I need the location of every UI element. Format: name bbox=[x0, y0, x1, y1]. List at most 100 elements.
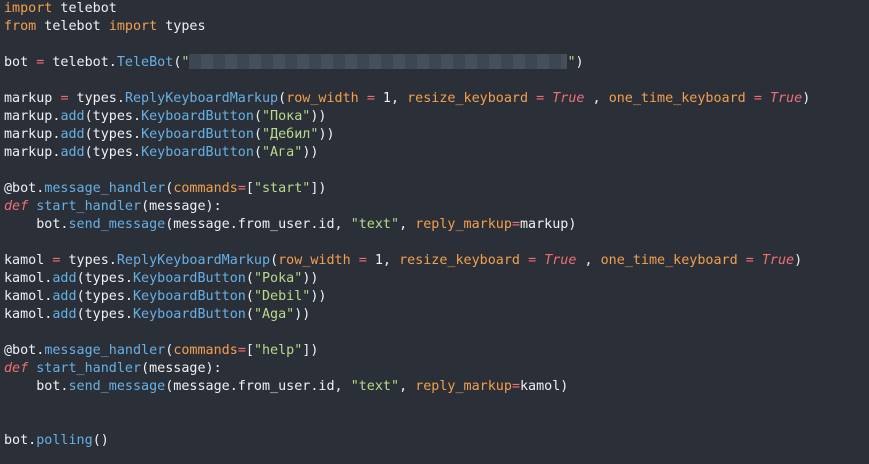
code-token: ]) bbox=[310, 181, 327, 196]
code-line[interactable]: @bot.message_handler(commands=["help"]) bbox=[4, 342, 318, 360]
code-line[interactable]: markup.add(types.KeyboardButton("Ага")) bbox=[4, 144, 318, 162]
code-token: from bbox=[4, 19, 37, 34]
code-token: ) bbox=[575, 55, 584, 70]
code-line[interactable]: import telebot bbox=[4, 0, 117, 18]
code-token: bot bbox=[4, 55, 37, 70]
code-token: ( bbox=[245, 271, 254, 286]
code-token: = bbox=[536, 91, 545, 106]
code-editor[interactable]: import telebot from telebot import types b… bbox=[0, 0, 869, 464]
code-token: types. bbox=[60, 253, 117, 268]
code-token: " bbox=[567, 55, 576, 70]
code-token: start_handler bbox=[36, 361, 142, 376]
code-line[interactable]: markup.add(types.KeyboardButton("Дебил")… bbox=[4, 126, 335, 144]
code-token: reply_markup bbox=[415, 217, 512, 232]
code-token: )) bbox=[302, 145, 319, 160]
code-token: )) bbox=[310, 109, 327, 124]
code-token: "Пока" bbox=[262, 109, 311, 124]
code-token: True bbox=[544, 253, 577, 268]
code-token: resize_keyboard bbox=[399, 253, 520, 268]
code-token: , bbox=[399, 379, 416, 394]
code-token: = bbox=[366, 91, 375, 106]
code-token: (types. bbox=[84, 109, 142, 124]
code-line[interactable]: bot.send_message(message.from_user.id, "… bbox=[4, 216, 576, 234]
code-line[interactable]: kamol.add(types.KeyboardButton("Poka")) bbox=[4, 270, 318, 288]
code-token: [ bbox=[245, 343, 254, 358]
code-token: = bbox=[237, 181, 246, 196]
code-token: send_message bbox=[68, 217, 166, 232]
code-token: kamol. bbox=[4, 307, 53, 322]
code-token: = bbox=[511, 217, 520, 232]
code-token: "text" bbox=[350, 379, 400, 394]
code-token: )) bbox=[294, 307, 311, 322]
code-token: ReplyKeyboardMarkup bbox=[116, 253, 271, 268]
code-token: @bot. bbox=[4, 343, 45, 358]
code-token: True bbox=[761, 253, 795, 268]
code-token: ]) bbox=[302, 343, 319, 358]
code-token: message_handler bbox=[44, 181, 166, 196]
code-token: ) bbox=[802, 91, 811, 106]
code-token: )) bbox=[310, 289, 327, 304]
code-token: bot. bbox=[4, 217, 69, 232]
code-token: markup. bbox=[4, 145, 61, 160]
code-token: markup bbox=[4, 91, 61, 106]
code-token: )) bbox=[318, 127, 335, 142]
code-token: KeyboardButton bbox=[133, 289, 246, 304]
code-line[interactable]: markup = types.ReplyKeyboardMarkup(row_w… bbox=[4, 90, 810, 108]
code-line[interactable]: kamol = types.ReplyKeyboardMarkup(row_wi… bbox=[4, 252, 802, 270]
code-token: ( bbox=[245, 289, 254, 304]
code-token: = bbox=[358, 253, 367, 268]
code-token: add bbox=[60, 127, 85, 142]
code-token: "start" bbox=[253, 181, 311, 196]
code-token: kamol. bbox=[4, 271, 53, 286]
code-token: row_width bbox=[278, 253, 351, 268]
code-token: (types. bbox=[76, 289, 133, 304]
code-line[interactable]: markup.add(types.KeyboardButton("Пока")) bbox=[4, 108, 327, 126]
code-line[interactable]: kamol.add(types.KeyboardButton("Debil")) bbox=[4, 288, 327, 306]
code-token: KeyboardButton bbox=[133, 307, 246, 322]
code-token: types bbox=[157, 19, 206, 34]
code-line[interactable]: @bot.message_handler(commands=["start"]) bbox=[4, 180, 327, 198]
code-token: one_time_keyboard bbox=[608, 91, 746, 106]
code-token: ( bbox=[253, 145, 262, 160]
code-line[interactable]: bot.polling() bbox=[4, 432, 109, 450]
code-token: (types. bbox=[84, 145, 142, 160]
code-token: = bbox=[511, 379, 520, 394]
code-token: (message): bbox=[141, 199, 222, 214]
code-token: "Ага" bbox=[262, 145, 303, 160]
code-token: resize_keyboard bbox=[407, 91, 529, 106]
code-token: import bbox=[4, 1, 53, 16]
code-token: ReplyKeyboardMarkup bbox=[124, 91, 279, 106]
code-line[interactable]: bot.send_message(message.from_user.id, "… bbox=[4, 378, 568, 396]
code-token: telebot bbox=[36, 19, 109, 34]
code-token: KeyboardButton bbox=[141, 109, 254, 124]
code-token: send_message bbox=[68, 379, 166, 394]
code-token: TeleBot bbox=[116, 55, 174, 70]
code-line[interactable]: bot = telebot.TeleBot(" ") bbox=[4, 54, 584, 72]
code-token: (message): bbox=[141, 361, 222, 376]
code-token: ) bbox=[794, 253, 803, 268]
code-token: add bbox=[52, 271, 77, 286]
code-token: "Дебил" bbox=[262, 127, 319, 142]
redacted-token-block bbox=[189, 54, 568, 69]
code-token: one_time_keyboard bbox=[600, 253, 738, 268]
code-line[interactable]: def start_handler(message): bbox=[4, 360, 222, 378]
code-token: start_handler bbox=[36, 199, 142, 214]
code-token: telebot. bbox=[44, 55, 117, 70]
code-token: bot. bbox=[4, 433, 37, 448]
code-token: KeyboardButton bbox=[133, 271, 246, 286]
code-token: 1, bbox=[374, 91, 408, 106]
code-line[interactable]: from telebot import types bbox=[4, 18, 206, 36]
code-token: kamol. bbox=[4, 289, 53, 304]
code-line[interactable]: def start_handler(message): bbox=[4, 198, 222, 216]
code-token: ( bbox=[253, 127, 262, 142]
code-line[interactable]: kamol.add(types.KeyboardButton("Aga")) bbox=[4, 306, 310, 324]
code-token: kamol) bbox=[520, 379, 569, 394]
code-token: = bbox=[60, 91, 69, 106]
